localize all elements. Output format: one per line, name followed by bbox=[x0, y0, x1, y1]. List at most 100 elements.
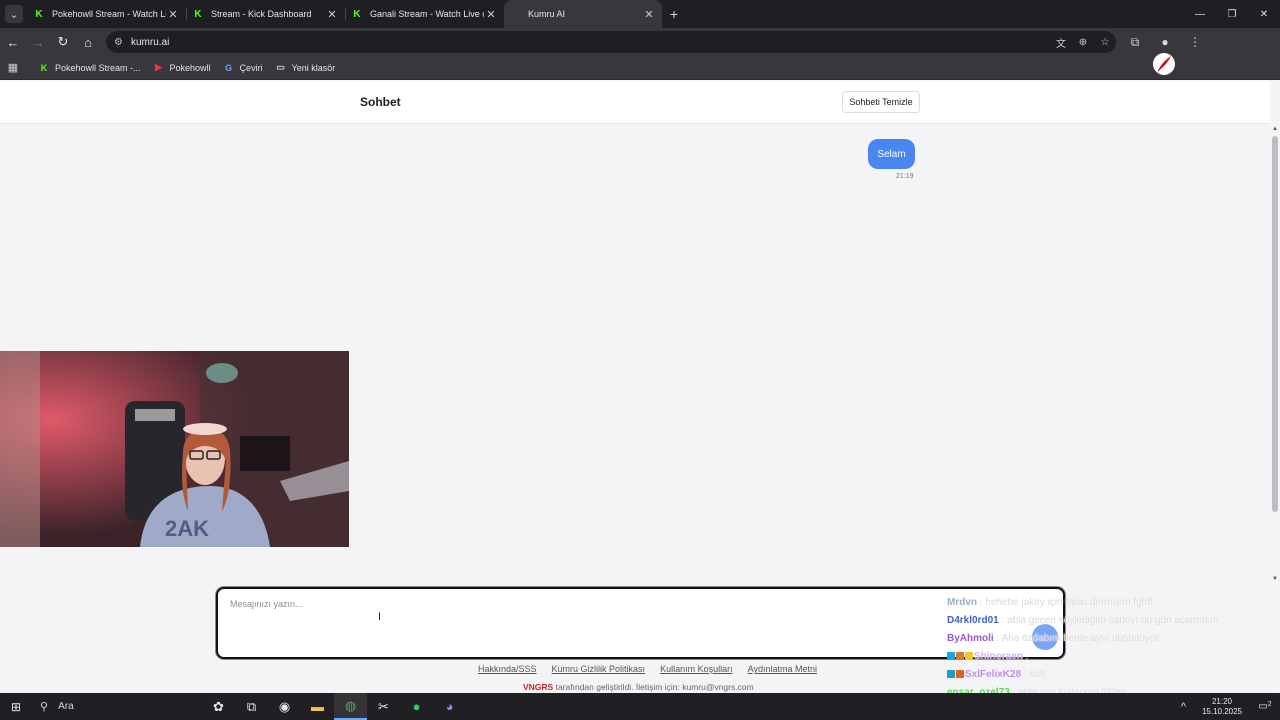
menu-kebab-icon[interactable]: ⋮ bbox=[1180, 35, 1210, 50]
bookmarks-bar: ▦ K Pokehowll Stream -... ▶ Pokehowll G … bbox=[0, 56, 1280, 80]
site-info-icon[interactable]: ⚙ bbox=[114, 37, 123, 48]
footer-link-disclosure[interactable]: Aydınlatma Metni bbox=[748, 664, 817, 674]
footer-text: tarafından geliştirildi. İletişim için: … bbox=[553, 682, 754, 692]
footer-brand: VNGRS bbox=[523, 682, 554, 692]
tab-title: Ganali Stream - Watch Live on bbox=[370, 9, 484, 19]
bookmark-item[interactable]: G Çeviri bbox=[223, 62, 263, 74]
bookmark-item[interactable]: ▶ Pokehowll bbox=[153, 62, 211, 74]
scroll-up-icon[interactable]: ▲ bbox=[1272, 126, 1278, 132]
reload-button[interactable]: ↻ bbox=[51, 30, 75, 54]
url-text: kumru.ai bbox=[130, 36, 170, 48]
apps-grid-icon[interactable]: ▦ bbox=[0, 61, 26, 74]
footer-link-about[interactable]: Hakkında/SSS bbox=[478, 664, 537, 674]
extensions-icon[interactable]: ⧉ bbox=[1120, 35, 1150, 50]
task-view-icon[interactable]: ⧉ bbox=[235, 693, 268, 720]
toolbar: ← → ↻ ⌂ ⚙ kumru.ai 文 ⊕ ☆ ⧉ ● ⋮ bbox=[0, 28, 1280, 56]
tab-title: Kumru AI bbox=[528, 9, 566, 19]
windows-taskbar: ⊞ ⚲ Ara ✿ ⧉ ◉ ▬ ◍ ✂ ● ◕ ^ 21:20 15.10.20… bbox=[0, 693, 1280, 720]
new-tab-button[interactable]: + bbox=[662, 0, 686, 28]
chat-message-text: : hehehe jakey için falan dermişim fghfl bbox=[977, 597, 1153, 608]
chat-badges bbox=[947, 648, 974, 666]
spotify-icon[interactable]: ● bbox=[400, 693, 433, 720]
chat-username: Shinoraen bbox=[974, 651, 1023, 662]
tab-kumru-ai[interactable]: · Kumru AI ✕ bbox=[504, 0, 662, 28]
address-bar[interactable]: ⚙ kumru.ai 文 ⊕ ☆ bbox=[106, 31, 1116, 53]
badge-icon bbox=[947, 652, 955, 661]
taskbar-clock[interactable]: 21:20 15.10.2025 bbox=[1194, 697, 1250, 717]
page-header: Sohbet Sohbeti Temizle bbox=[0, 81, 1270, 124]
reload-icon: ↻ bbox=[57, 34, 69, 49]
scrollbar-thumb[interactable] bbox=[1272, 136, 1278, 512]
kick-icon: K bbox=[194, 8, 202, 20]
taskbar-search[interactable]: ⚲ Ara bbox=[32, 700, 162, 713]
back-button[interactable]: ← bbox=[1, 30, 25, 54]
message-timestamp: 21:19 bbox=[896, 173, 914, 180]
notification-count: 2 bbox=[1267, 701, 1272, 708]
notification-icon[interactable]: ▭ 2 bbox=[1250, 701, 1280, 712]
file-explorer-icon[interactable]: ▬ bbox=[301, 693, 334, 720]
minimize-icon[interactable]: — bbox=[1184, 0, 1216, 28]
svg-text:2AK: 2AK bbox=[165, 516, 209, 541]
tab-title: Pokehowll Stream - Watch Live bbox=[52, 9, 166, 19]
bookmark-star-icon[interactable]: ☆ bbox=[1094, 37, 1116, 48]
kumru-feather-logo bbox=[1153, 53, 1175, 75]
message-input[interactable] bbox=[218, 589, 1063, 657]
user-message-bubble: Selam bbox=[868, 139, 915, 169]
tab-kick-dashboard[interactable]: K Stream - Kick Dashboard ✕ bbox=[187, 0, 345, 28]
search-icon: ⚲ bbox=[40, 701, 49, 713]
translate-icon: G bbox=[225, 62, 233, 73]
kick-icon: K bbox=[353, 8, 361, 20]
forward-button[interactable]: → bbox=[26, 30, 50, 54]
chevron-down-icon: ⌄ bbox=[5, 5, 23, 23]
chat-line: D4rkl0rd01 : abla geçen söylediğim şarkı… bbox=[947, 612, 1267, 630]
zoom-icon[interactable]: ⊕ bbox=[1072, 37, 1094, 48]
tab-ganali[interactable]: K Ganali Stream - Watch Live on ✕ bbox=[346, 0, 504, 28]
badge-icon bbox=[947, 670, 955, 679]
close-icon[interactable]: ✕ bbox=[642, 8, 656, 21]
footer-link-terms[interactable]: Kullanım Koşulları bbox=[660, 664, 733, 674]
kick-icon: K bbox=[35, 8, 43, 20]
close-icon[interactable]: ✕ bbox=[484, 8, 498, 21]
bookmark-label: Yeni klasör bbox=[291, 62, 336, 73]
chat-message-text: : abla geçen söylediğim şarkıyı bu gün a… bbox=[998, 615, 1219, 626]
translate-icon[interactable]: 文 bbox=[1050, 35, 1072, 50]
close-icon[interactable]: ✕ bbox=[166, 8, 180, 21]
obs-icon[interactable]: ◉ bbox=[268, 693, 301, 720]
chat-message-text: : bbox=[1022, 651, 1029, 662]
chat-username: Mrdvn bbox=[947, 597, 977, 608]
restore-icon[interactable]: ❐ bbox=[1216, 0, 1248, 28]
chat-message-text: : Aha özdabım benle aynı düşünüyor bbox=[993, 633, 1159, 644]
clear-chat-button[interactable]: Sohbeti Temizle bbox=[842, 91, 920, 113]
arrow-left-icon: ← bbox=[6, 34, 20, 50]
folder-icon: ▭ bbox=[276, 62, 285, 72]
close-icon[interactable]: ✕ bbox=[325, 8, 339, 21]
tab-strip: ⌄ K Pokehowll Stream - Watch Live ✕ K St… bbox=[0, 0, 1280, 28]
clock-time: 21:20 bbox=[1211, 696, 1233, 706]
discord-icon[interactable]: ◕ bbox=[433, 693, 466, 720]
page-title: Sohbet bbox=[360, 95, 401, 109]
bookmark-item[interactable]: K Pokehowll Stream -... bbox=[38, 62, 141, 74]
home-button[interactable]: ⌂ bbox=[76, 30, 100, 54]
widgets-icon[interactable]: ✿ bbox=[202, 693, 235, 720]
home-icon: ⌂ bbox=[84, 34, 92, 50]
footer-note: VNGRS tarafından geliştirildi. İletişim … bbox=[523, 682, 754, 692]
message-composer bbox=[216, 587, 1065, 659]
profile-avatar[interactable]: ● bbox=[1150, 35, 1180, 50]
arrow-right-icon: → bbox=[31, 34, 45, 50]
tab-search-button[interactable]: ⌄ bbox=[0, 0, 28, 28]
scroll-down-icon[interactable]: ▼ bbox=[1272, 576, 1278, 582]
tab-pokehowll[interactable]: K Pokehowll Stream - Watch Live ✕ bbox=[28, 0, 186, 28]
text-cursor-icon: I bbox=[378, 611, 382, 623]
bookmark-item[interactable]: ▭ Yeni klasör bbox=[275, 62, 336, 74]
close-window-icon[interactable]: ✕ bbox=[1248, 0, 1280, 28]
capcut-icon[interactable]: ✂ bbox=[367, 693, 400, 720]
chat-line: Shinoraen : bbox=[947, 648, 1267, 666]
chevron-up-icon[interactable]: ^ bbox=[1181, 701, 1186, 713]
chrome-icon[interactable]: ◍ bbox=[334, 693, 367, 720]
windows-start-icon[interactable]: ⊞ bbox=[0, 700, 32, 714]
clock-date: 15.10.2025 bbox=[1201, 706, 1243, 716]
footer-link-privacy[interactable]: Kumru Gizlilik Politikası bbox=[552, 664, 646, 674]
chat-line: SxlFelixK28 : 6x6 bbox=[947, 666, 1267, 684]
bookmark-label: Çeviri bbox=[239, 62, 263, 73]
page-scrollbar[interactable]: ▲ ▼ bbox=[1270, 124, 1280, 582]
